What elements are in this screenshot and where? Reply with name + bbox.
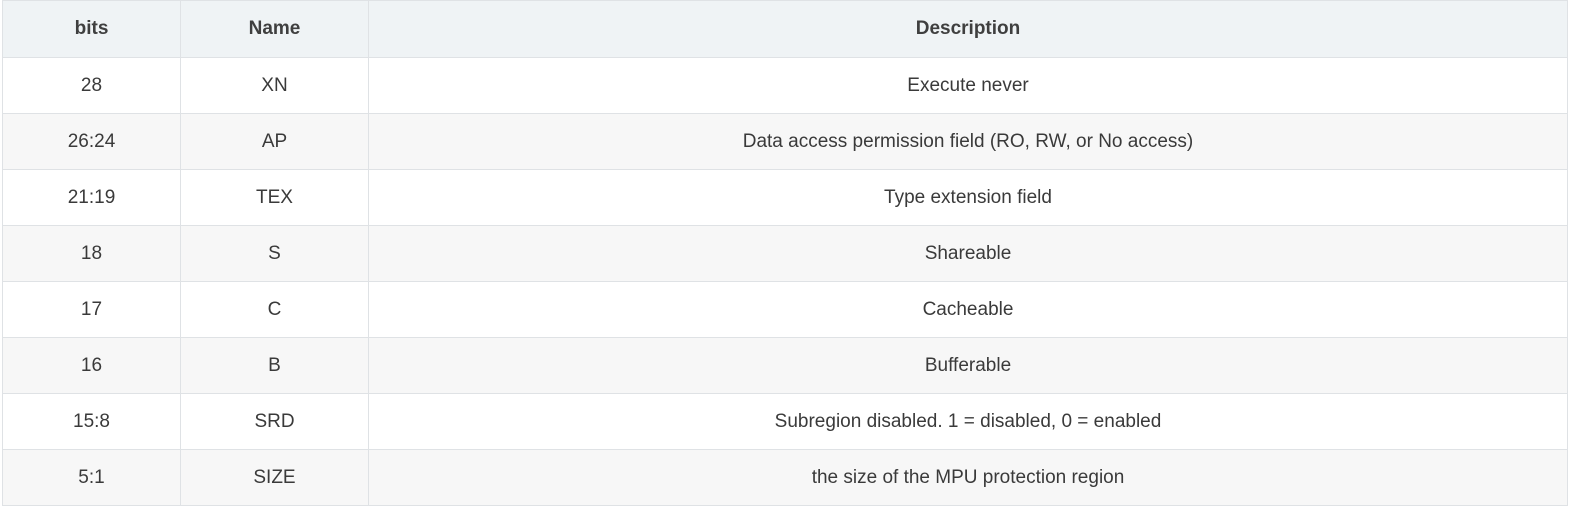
mpu-attribute-table-container: bits Name Description 28 XN Execute neve… <box>2 0 1568 506</box>
cell-description: Bufferable <box>368 337 1568 394</box>
cell-name: SIZE <box>180 449 369 506</box>
table-row: 17 C Cacheable <box>2 281 1568 338</box>
cell-description: Shareable <box>368 225 1568 282</box>
cell-name: B <box>180 337 369 394</box>
column-header-name: Name <box>180 0 369 58</box>
column-header-description: Description <box>368 0 1568 58</box>
cell-name: AP <box>180 113 369 170</box>
table-row: 16 B Bufferable <box>2 337 1568 394</box>
cell-name: C <box>180 281 369 338</box>
cell-bits: 18 <box>2 225 181 282</box>
mpu-attribute-table: bits Name Description 28 XN Execute neve… <box>2 0 1568 506</box>
table-row: 18 S Shareable <box>2 225 1568 282</box>
cell-bits: 16 <box>2 337 181 394</box>
cell-bits: 5:1 <box>2 449 181 506</box>
cell-description: Subregion disabled. 1 = disabled, 0 = en… <box>368 393 1568 450</box>
cell-description: Cacheable <box>368 281 1568 338</box>
cell-name: SRD <box>180 393 369 450</box>
cell-description: the size of the MPU protection region <box>368 449 1568 506</box>
table-row: 15:8 SRD Subregion disabled. 1 = disable… <box>2 393 1568 450</box>
cell-description: Data access permission field (RO, RW, or… <box>368 113 1568 170</box>
cell-bits: 15:8 <box>2 393 181 450</box>
column-header-bits: bits <box>2 0 181 58</box>
table-header-row: bits Name Description <box>2 0 1568 58</box>
table-body: 28 XN Execute never 26:24 AP Data access… <box>2 57 1568 506</box>
cell-bits: 26:24 <box>2 113 181 170</box>
table-row: 26:24 AP Data access permission field (R… <box>2 113 1568 170</box>
cell-bits: 17 <box>2 281 181 338</box>
cell-name: TEX <box>180 169 369 226</box>
table-row: 5:1 SIZE the size of the MPU protection … <box>2 449 1568 506</box>
table-row: 21:19 TEX Type extension field <box>2 169 1568 226</box>
cell-description: Type extension field <box>368 169 1568 226</box>
cell-description: Execute never <box>368 57 1568 114</box>
cell-bits: 21:19 <box>2 169 181 226</box>
table-header: bits Name Description <box>2 0 1568 58</box>
table-row: 28 XN Execute never <box>2 57 1568 114</box>
cell-name: S <box>180 225 369 282</box>
cell-name: XN <box>180 57 369 114</box>
cell-bits: 28 <box>2 57 181 114</box>
